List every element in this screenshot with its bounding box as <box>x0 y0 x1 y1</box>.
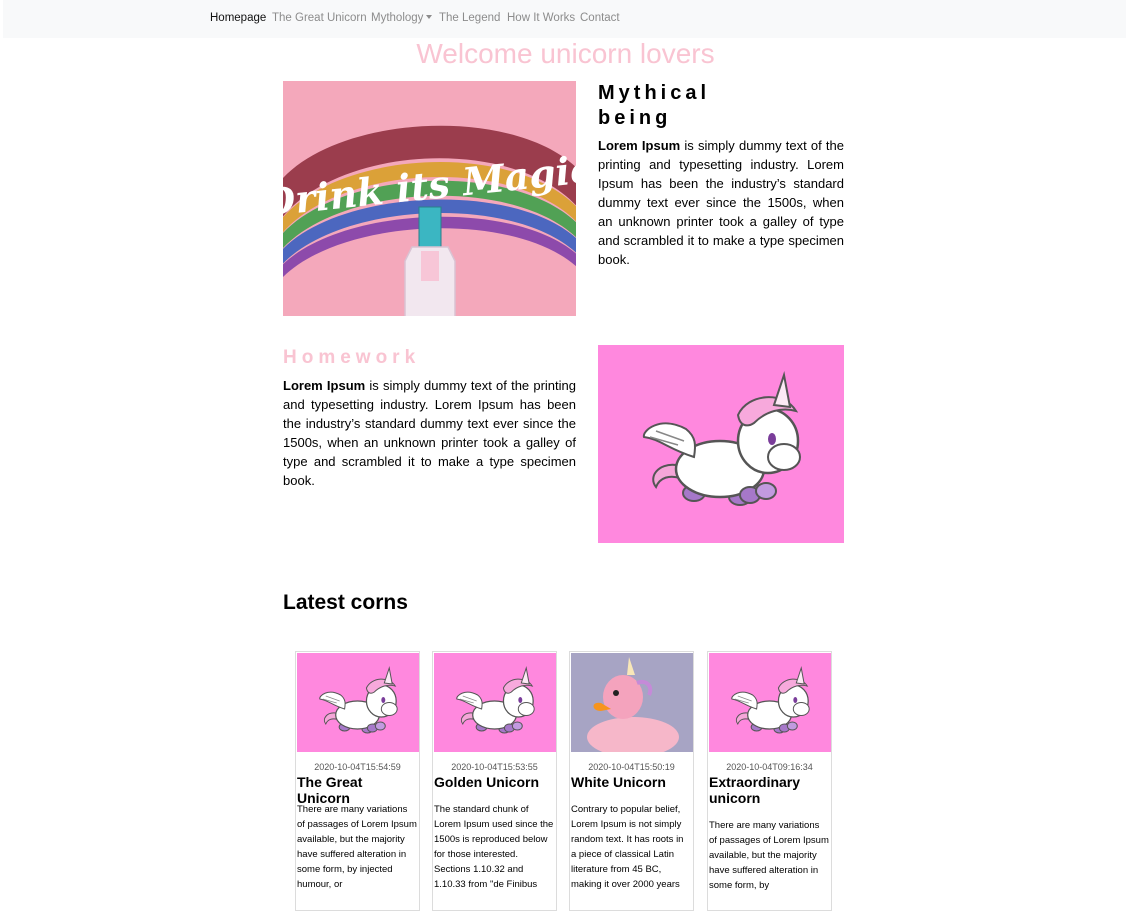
card-text: There are many variations of passages of… <box>297 804 417 890</box>
card-date: 2020-10-04T15:53:55 <box>451 762 538 772</box>
mythical-heading-line1: Mythical <box>598 82 711 104</box>
nav-the-legend[interactable]: The Legend <box>439 12 500 24</box>
homework-bold: Lorem Ipsum <box>283 378 366 393</box>
nav-contact[interactable]: Contact <box>580 12 620 24</box>
card-date: 2020-10-04T09:16:34 <box>726 762 813 772</box>
drink-magic-image: Drink its Magic <box>283 81 576 316</box>
page-title: Welcome unicorn lovers <box>416 38 715 69</box>
card-text: There are many variations of passages of… <box>709 820 829 891</box>
mythical-paragraph: Lorem Ipsum is simply dummy text of the … <box>598 136 844 269</box>
unicorn-thumb <box>434 653 556 752</box>
nav-the-great-unicorn[interactable]: The Great Unicorn <box>272 12 367 24</box>
unicorn-image <box>598 345 844 543</box>
card-title[interactable]: Extraordinary unicorn <box>709 774 831 806</box>
caret-down-icon <box>426 15 433 19</box>
mythical-bold: Lorem Ipsum <box>598 138 681 153</box>
nav-how-it-works[interactable]: How It Works <box>507 12 575 24</box>
nav-mythology-dropdown[interactable]: Mythology <box>371 12 433 24</box>
homework-paragraph: Lorem Ipsum is simply dummy text of the … <box>283 376 576 490</box>
unicorn-graphic <box>598 345 844 543</box>
duck-thumb <box>571 653 693 752</box>
card-thumb[interactable] <box>571 653 693 752</box>
card-title[interactable]: White Unicorn <box>571 774 693 790</box>
card-text: Contrary to popular belief, Lorem Ipsum … <box>571 804 684 890</box>
card-date: 2020-10-04T15:54:59 <box>314 762 401 772</box>
nav-mythology-label: Mythology <box>371 12 424 24</box>
card-extraordinary-unicorn[interactable]: 2020-10-04T09:16:34 Extraordinary unicor… <box>707 651 832 911</box>
navbar: Homepage The Great Unicorn Mythology The… <box>3 0 1126 38</box>
drink-magic-graphic: Drink its Magic <box>283 81 576 316</box>
card-thumb[interactable] <box>434 653 556 752</box>
card-text: The standard chunk of Lorem Ipsum used s… <box>434 804 554 890</box>
card-thumb[interactable] <box>709 653 831 752</box>
mythical-heading-line2: being <box>598 107 672 129</box>
unicorn-thumb <box>297 653 419 752</box>
card-thumb[interactable] <box>297 653 419 752</box>
homework-text: is simply dummy text of the printing and… <box>283 378 576 488</box>
card-title[interactable]: Golden Unicorn <box>434 774 556 790</box>
homework-heading: Homework <box>283 347 421 368</box>
mythical-heading: Mythical being <box>598 81 710 131</box>
card-white-unicorn[interactable]: 2020-10-04T15:50:19 White Unicorn Contra… <box>569 651 694 911</box>
card-the-great-unicorn[interactable]: 2020-10-04T15:54:59 The Great Unicorn Th… <box>295 651 420 911</box>
latest-corns-heading: Latest corns <box>283 591 408 614</box>
nav-homepage[interactable]: Homepage <box>210 12 266 24</box>
card-golden-unicorn[interactable]: 2020-10-04T15:53:55 Golden Unicorn The s… <box>432 651 557 911</box>
mythical-text: is simply dummy text of the printing and… <box>598 138 844 267</box>
unicorn-thumb <box>709 653 831 752</box>
card-date: 2020-10-04T15:50:19 <box>588 762 675 772</box>
